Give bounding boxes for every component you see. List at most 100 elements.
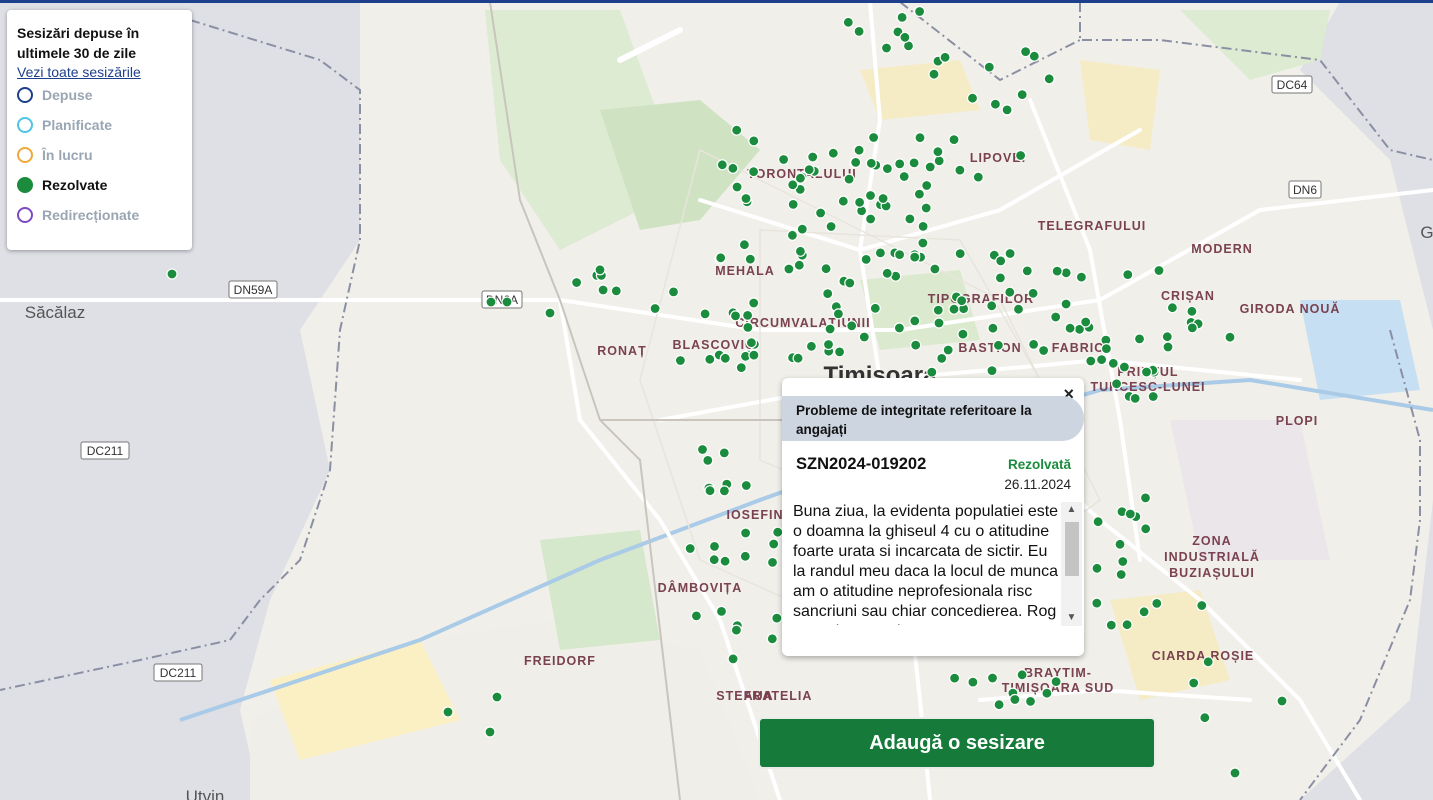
report-marker[interactable] (869, 302, 881, 314)
report-marker[interactable] (993, 699, 1005, 711)
report-marker[interactable] (837, 195, 849, 207)
report-marker[interactable] (544, 307, 556, 319)
report-marker[interactable] (1147, 390, 1159, 403)
report-marker[interactable] (771, 612, 783, 624)
report-marker[interactable] (1014, 149, 1027, 162)
report-marker[interactable] (827, 147, 839, 159)
report-marker[interactable] (1196, 599, 1208, 612)
report-marker[interactable] (684, 542, 696, 555)
report-marker[interactable] (1117, 555, 1129, 568)
report-marker[interactable] (1080, 316, 1092, 328)
report-marker[interactable] (787, 198, 799, 210)
report-marker[interactable] (967, 676, 979, 688)
report-marker[interactable] (853, 25, 865, 37)
report-marker[interactable] (948, 303, 960, 315)
report-marker[interactable] (893, 249, 906, 261)
report-marker[interactable] (983, 61, 995, 73)
report-marker[interactable] (708, 540, 721, 553)
report-marker[interactable] (1229, 767, 1241, 779)
report-marker[interactable] (1021, 265, 1033, 277)
report-marker[interactable] (704, 485, 716, 497)
report-marker[interactable] (1188, 677, 1200, 689)
report-marker[interactable] (881, 163, 894, 175)
report-marker[interactable] (792, 352, 804, 364)
report-marker[interactable] (957, 328, 969, 340)
report-marker[interactable] (874, 247, 887, 259)
report-marker[interactable] (995, 255, 1007, 267)
report-marker[interactable] (803, 164, 815, 176)
report-marker[interactable] (166, 268, 178, 280)
report-marker[interactable] (917, 237, 929, 249)
description-scrollbar[interactable]: ▲ ▼ (1061, 502, 1082, 626)
report-marker[interactable] (987, 322, 999, 334)
report-marker[interactable] (842, 16, 854, 28)
report-marker[interactable] (739, 527, 752, 539)
report-marker[interactable] (740, 479, 752, 492)
report-marker[interactable] (1091, 597, 1103, 609)
report-marker[interactable] (766, 633, 778, 645)
report-marker[interactable] (786, 229, 799, 241)
report-marker[interactable] (933, 155, 945, 167)
report-marker[interactable] (674, 354, 687, 367)
report-marker[interactable] (1027, 338, 1040, 350)
report-marker[interactable] (1139, 492, 1152, 504)
report-marker[interactable] (731, 181, 743, 193)
report-marker[interactable] (1202, 656, 1214, 668)
report-marker[interactable] (719, 352, 731, 364)
report-marker[interactable] (822, 338, 835, 351)
report-marker[interactable] (1161, 331, 1173, 343)
report-marker[interactable] (708, 554, 720, 566)
report-marker[interactable] (690, 610, 703, 622)
report-marker[interactable] (1016, 669, 1028, 681)
report-marker[interactable] (913, 5, 926, 18)
report-marker[interactable] (929, 263, 941, 275)
report-marker[interactable] (920, 202, 932, 214)
report-marker[interactable] (649, 302, 661, 315)
report-marker[interactable] (1122, 269, 1134, 281)
report-marker[interactable] (1060, 298, 1072, 310)
report-marker[interactable] (1050, 675, 1062, 688)
report-marker[interactable] (1027, 287, 1039, 299)
report-marker[interactable] (877, 192, 889, 205)
report-marker[interactable] (1186, 322, 1198, 334)
report-marker[interactable] (1001, 104, 1013, 116)
report-marker[interactable] (748, 349, 760, 361)
report-marker[interactable] (853, 144, 865, 156)
report-marker[interactable] (1140, 523, 1152, 535)
report-marker[interactable] (932, 304, 944, 316)
report-marker[interactable] (992, 339, 1005, 351)
report-marker[interactable] (729, 310, 742, 322)
report-marker[interactable] (748, 297, 760, 309)
report-marker[interactable] (893, 322, 906, 334)
report-marker[interactable] (696, 443, 709, 456)
report-marker[interactable] (994, 272, 1007, 284)
report-marker[interactable] (822, 288, 834, 300)
report-marker[interactable] (899, 31, 911, 43)
report-marker[interactable] (881, 267, 893, 279)
report-marker[interactable] (954, 248, 966, 260)
report-marker[interactable] (910, 339, 922, 351)
report-marker[interactable] (1019, 45, 1032, 58)
report-marker[interactable] (501, 296, 513, 308)
report-marker[interactable] (1199, 712, 1211, 724)
report-marker[interactable] (939, 51, 951, 63)
report-marker[interactable] (747, 166, 760, 178)
report-marker[interactable] (1107, 357, 1119, 369)
view-all-reports-link[interactable]: Vezi toate sesizările (17, 64, 182, 80)
add-report-button[interactable]: Adaugă o sesizare (758, 717, 1156, 769)
report-marker[interactable] (825, 220, 837, 233)
report-marker[interactable] (1016, 88, 1028, 101)
report-marker[interactable] (766, 556, 779, 569)
report-marker[interactable] (1110, 378, 1123, 390)
report-marker[interactable] (932, 146, 944, 158)
report-marker[interactable] (730, 624, 743, 636)
report-marker[interactable] (850, 156, 862, 168)
report-marker[interactable] (853, 196, 866, 208)
report-marker[interactable] (909, 251, 921, 263)
report-marker[interactable] (484, 726, 496, 738)
legend-item-redirectionate[interactable]: Redirecționate (17, 200, 182, 230)
report-marker[interactable] (1075, 271, 1088, 283)
report-marker[interactable] (865, 157, 877, 169)
report-marker[interactable] (793, 259, 805, 271)
report-marker[interactable] (1121, 619, 1133, 631)
